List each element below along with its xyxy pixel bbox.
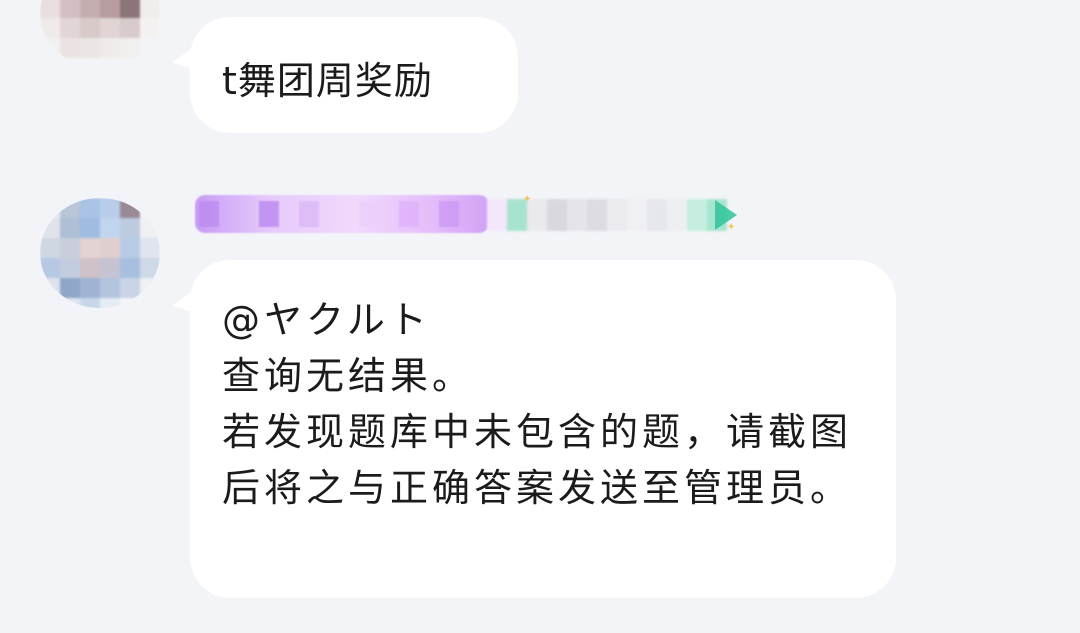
avatar[interactable] bbox=[40, 0, 160, 68]
avatar[interactable] bbox=[40, 198, 160, 308]
sparkle-icon: ✦ bbox=[523, 194, 532, 205]
sparkle-icon: ✦ bbox=[727, 222, 736, 233]
message-text: @ヤクルト 查询无结果。 若发现题库中未包含的题，请截图后将之与正确答案发送至管… bbox=[222, 298, 853, 510]
sender-name[interactable]: ✦ ✦ bbox=[195, 195, 740, 235]
title-badge bbox=[195, 195, 489, 233]
avatar-image bbox=[40, 198, 160, 308]
avatar-image bbox=[40, 0, 160, 68]
message-text: t舞团周奖励 bbox=[222, 59, 433, 103]
